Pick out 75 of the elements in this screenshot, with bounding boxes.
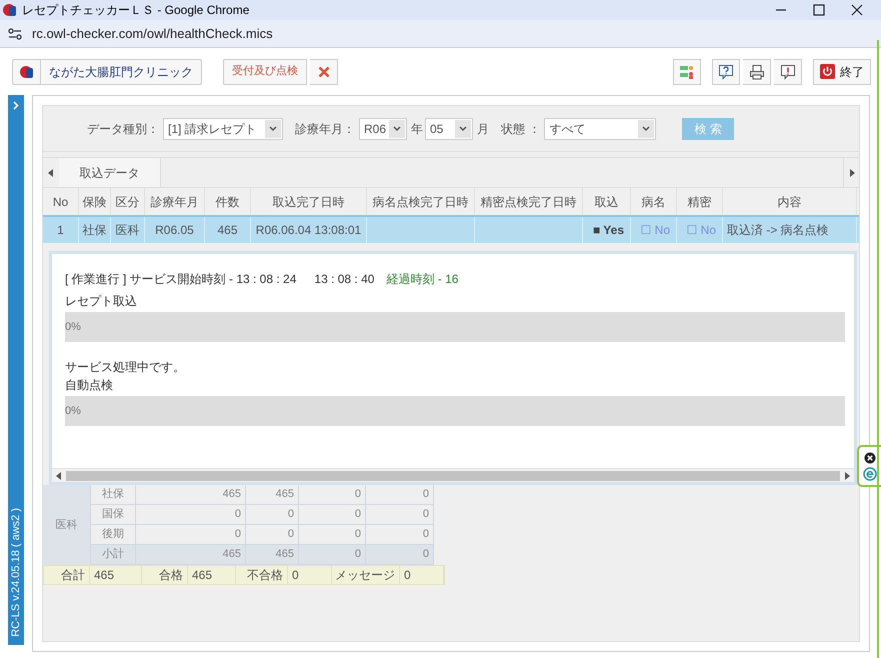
table-cell: 0	[299, 545, 366, 564]
close-icon[interactable]	[851, 4, 863, 16]
total-label: メッセージ	[332, 566, 400, 584]
elapsed-time: 経過時刻 - 16	[386, 271, 458, 288]
table-cell: 465	[205, 217, 251, 243]
table-cell: 0	[366, 545, 434, 564]
filter-dropdown[interactable]: [1] 請求レセプト	[163, 118, 283, 140]
table-cell: 465	[136, 545, 246, 564]
table-row[interactable]: 1 社保 医科 R06.05 465 R06.06.04 13:08:01 ■ Yes ☐ No ☐ No 取込済 -> 病名点検	[43, 215, 859, 243]
table-cell: 医科	[111, 217, 145, 243]
total-value: 465	[188, 566, 236, 584]
filter-dropdown[interactable]: すべて	[544, 118, 656, 140]
filter-unit: 年	[411, 120, 423, 138]
maximize-icon[interactable]	[813, 4, 825, 16]
total-label: 不合格	[236, 566, 288, 584]
alert-button[interactable]	[774, 58, 802, 84]
print-button[interactable]	[743, 58, 771, 84]
filter-dropdown[interactable]: R06	[359, 118, 407, 140]
current-time: 13 : 08 : 40	[314, 271, 374, 288]
cancel-button[interactable]	[310, 58, 338, 84]
filter-dropdown[interactable]: 05	[425, 118, 473, 140]
total-value: 0	[288, 566, 332, 584]
site-settings-icon[interactable]	[8, 28, 22, 40]
table-cell: R06.05	[145, 217, 205, 243]
task-label: 自動点検	[65, 377, 114, 394]
app-logo-icon	[2, 2, 18, 18]
table-cell: 1	[43, 217, 79, 243]
table-cell: R06.06.04 13:08:01	[251, 217, 367, 243]
scrollbar-thumb[interactable]	[66, 470, 840, 480]
help-icon	[718, 64, 734, 80]
status-message: サービス処理中です。	[65, 359, 186, 376]
close-icon[interactable]	[864, 452, 876, 464]
progress-reading: 0%	[65, 320, 81, 335]
version-label: RC-LS v.24.05.18 ( aws2 )	[8, 508, 23, 637]
end-button[interactable]: 終了	[813, 58, 871, 84]
filter-unit: 月	[477, 120, 489, 138]
alert-icon	[780, 64, 796, 80]
address-field[interactable]: rc.owl-checker.com/owl/healthCheck.mics	[32, 24, 273, 44]
reception-button[interactable]: 受付及び点検	[223, 58, 307, 84]
status-text: [ 作業進行 ] サービス開始時刻 - 13 : 08 : 24	[65, 271, 296, 288]
table-cell: 465	[246, 545, 299, 564]
cross-icon	[318, 66, 330, 78]
user-cards-icon	[679, 64, 695, 80]
chevron-down-icon	[642, 126, 650, 132]
clinic-button[interactable]: ながた大腸肛門クリニック	[12, 58, 202, 84]
window-title: レセプトチェッカーＬＳ - Google Chrome	[22, 2, 250, 19]
data-tab[interactable]: 取込データ	[59, 158, 161, 187]
filter-label: データ種別：	[87, 120, 159, 138]
task-label: レセプト取込	[65, 293, 138, 310]
total-value: 465	[90, 566, 142, 584]
filter-label: 診療年月：	[295, 120, 355, 138]
group-label: 医科	[43, 485, 91, 565]
clinic-logo-icon	[18, 64, 34, 80]
printer-icon	[748, 64, 764, 80]
chevron-down-icon	[459, 126, 467, 132]
user-list-button[interactable]	[673, 58, 701, 84]
power-icon	[820, 64, 835, 79]
scroll-right-arrow-icon[interactable]	[844, 472, 850, 480]
scroll-left-arrow-icon[interactable]	[48, 168, 54, 176]
table-cell: 社保	[79, 217, 111, 243]
table-cell: 取込済 -> 病名点検	[723, 217, 857, 243]
table-cell: ■ Yes	[583, 217, 631, 243]
table-cell: ☐ No	[631, 217, 677, 243]
help-button[interactable]	[712, 58, 740, 84]
chevron-down-icon	[393, 126, 401, 132]
row-label: 小計	[91, 545, 136, 564]
total-value: 0	[400, 566, 444, 584]
scroll-right-arrow-icon[interactable]	[848, 168, 854, 176]
chevron-down-icon	[269, 126, 277, 132]
total-label: 合計	[44, 566, 90, 584]
filter-label: 状態 ：	[501, 120, 540, 138]
table-cell: ☐ No	[677, 217, 723, 243]
total-label: 合格	[142, 566, 188, 584]
scroll-left-arrow-icon[interactable]	[56, 472, 62, 480]
progress-reading: 0%	[65, 404, 81, 419]
